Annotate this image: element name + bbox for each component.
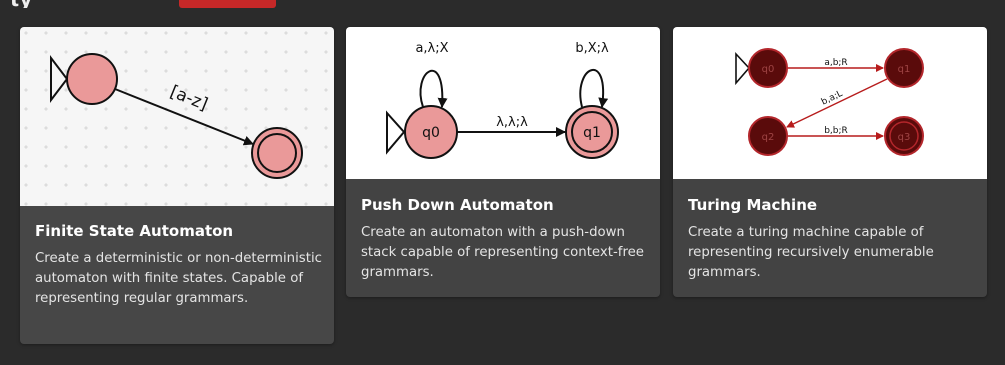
state-q3-label: q3 (898, 132, 911, 143)
state-q1-label: q1 (583, 125, 601, 141)
state-q0-label: q0 (762, 64, 775, 75)
start-state (66, 53, 118, 105)
self-loop-q1 (579, 69, 609, 108)
grid-dots (20, 27, 334, 206)
state-q0-label: q0 (422, 125, 440, 141)
card-turing-machine[interactable]: q0 q1 q2 q3 a,b;R b,a;L b,b;R Turing Mac… (673, 27, 987, 297)
tm-diagram: q0 q1 q2 q3 a,b;R b,a;L b,b;R (735, 48, 924, 156)
card-title: Finite State Automaton (35, 222, 234, 240)
card-description: Create an automaton with a push-down sta… (361, 225, 644, 280)
page-header: ty (0, 0, 1005, 10)
edge-q1-q2 (786, 78, 888, 128)
loop-q0-label: a,λ;X (415, 41, 448, 56)
state-q1-label: q1 (898, 64, 911, 75)
state-q2-label: q2 (762, 132, 775, 143)
initial-state-marker (386, 110, 406, 155)
self-loop-q0 (419, 69, 448, 108)
header-badge[interactable] (179, 0, 276, 8)
fsa-diagram: [a-z] (20, 27, 334, 206)
card-description: Create a deterministic or non-determinis… (35, 251, 322, 306)
initial-state-marker (735, 51, 751, 86)
accept-state (251, 127, 303, 179)
card-title: Push Down Automaton (361, 196, 554, 214)
pda-diagram: q0 q1 a,λ;X b,X;λ λ,λ;λ (386, 41, 619, 159)
page-title: ty (10, 0, 130, 8)
card-finite-state-automaton[interactable]: [a-z] Finite State Automaton Create a de… (20, 27, 334, 344)
loop-q1-label: b,X;λ (575, 41, 609, 56)
fsa-preview: [a-z] (20, 27, 334, 206)
edge-q0-q1-label: a,b;R (824, 58, 847, 68)
pda-preview: q0 q1 a,λ;X b,X;λ λ,λ;λ (346, 27, 660, 179)
card-title: Turing Machine (688, 196, 818, 214)
transition-q0-q1-label: λ,λ;λ (496, 115, 528, 130)
card-push-down-automaton[interactable]: q0 q1 a,λ;X b,X;λ λ,λ;λ Push Down Automa… (346, 27, 660, 297)
edge-q2-q3-label: b,b;R (824, 126, 848, 136)
card-description: Create a turing machine capable of repre… (688, 225, 934, 280)
tm-preview: q0 q1 q2 q3 a,b;R b,a;L b,b;R (673, 27, 987, 179)
